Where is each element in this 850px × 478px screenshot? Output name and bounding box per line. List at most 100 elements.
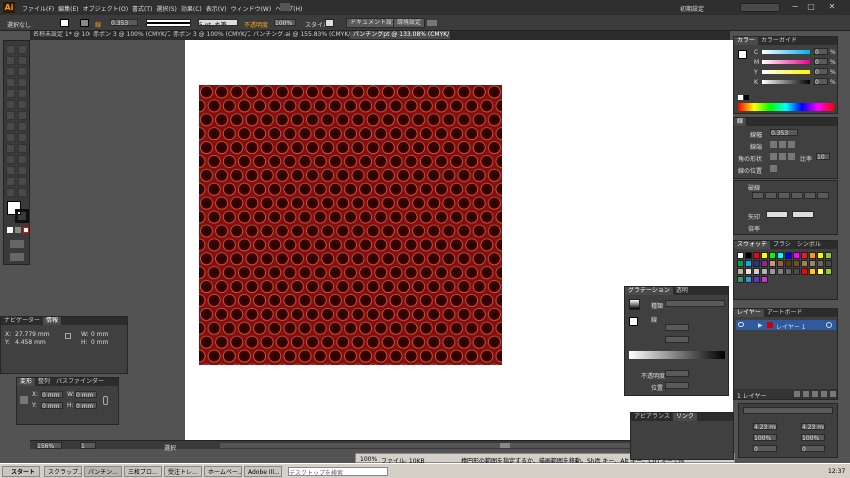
dash-field[interactable] [752, 192, 764, 199]
rectangle-tool-icon[interactable] [18, 78, 27, 87]
direct-selection-tool-icon[interactable] [18, 45, 27, 54]
channel-value-field[interactable]: 0 [814, 58, 828, 66]
channel-value-field[interactable]: 0 [814, 78, 828, 86]
swatch[interactable] [761, 268, 768, 275]
constrain-link-icon[interactable] [103, 396, 108, 405]
stroke-swatch[interactable] [80, 19, 89, 27]
type-tool-icon[interactable] [18, 67, 27, 76]
butt-cap-icon[interactable] [770, 141, 777, 148]
tab-artboards[interactable]: アートボード [764, 309, 806, 317]
menu-item-edit[interactable]: 編集(E) [58, 4, 78, 13]
locate-object-icon[interactable] [794, 391, 800, 397]
desktop-search-input[interactable]: デスクトップを検索 [288, 467, 388, 476]
tab-stroke[interactable]: 線 [734, 118, 747, 126]
vertical-scale-field[interactable]: 100% [753, 434, 777, 441]
free-transform-tool-icon[interactable] [18, 122, 27, 131]
channel-value-field[interactable]: 0 [814, 68, 828, 76]
gradient-fill-swatch[interactable] [629, 317, 638, 326]
gap-field[interactable] [765, 192, 777, 199]
swatch[interactable] [737, 268, 744, 275]
document-tab[interactable]: 赤ポン 3 @ 100% (CMYK/プレビュー) [90, 31, 170, 39]
menu-item-file[interactable]: ファイル(F) [22, 4, 54, 13]
tab-align[interactable]: 整列 [35, 378, 53, 386]
projecting-cap-icon[interactable] [788, 141, 795, 148]
tracking-field[interactable]: 0 [801, 445, 825, 452]
black-swatch[interactable] [744, 95, 749, 100]
brush-definition[interactable]: 5 pt. 丸筆 [198, 19, 238, 26]
gradient-preview[interactable] [629, 299, 640, 310]
color-spectrum[interactable] [738, 103, 834, 111]
eyedropper-tool-icon[interactable] [6, 155, 15, 164]
taskbar-item[interactable]: スクラップ... [44, 466, 82, 477]
mesh-tool-icon[interactable] [6, 144, 15, 153]
variable-width-profile[interactable] [146, 19, 191, 27]
swatch[interactable] [801, 260, 808, 267]
tab-pathfinder[interactable]: パスファインダー [53, 378, 107, 386]
kerning-field[interactable]: 0 [753, 445, 777, 452]
channel-slider[interactable] [762, 80, 810, 84]
graph-tool-icon[interactable] [18, 166, 27, 175]
punching-metal-artwork[interactable] [199, 85, 502, 365]
workspace-switcher[interactable]: 初期設定 [680, 4, 704, 13]
swatch[interactable] [737, 252, 744, 259]
none-mode-icon[interactable] [23, 227, 29, 233]
swatch[interactable] [825, 268, 832, 275]
paintbrush-tool-icon[interactable] [6, 89, 15, 98]
menu-item-type[interactable]: 書式(T) [132, 4, 152, 13]
swatch[interactable] [825, 260, 832, 267]
opacity-label[interactable]: 不透明度 [244, 20, 268, 29]
swatch[interactable] [745, 260, 752, 267]
page-field[interactable]: 1 [80, 442, 96, 449]
gradient-location-field[interactable] [665, 382, 689, 389]
gradient-type-select[interactable] [665, 300, 725, 307]
color-fill-swatch[interactable] [738, 50, 747, 59]
bridge-icon[interactable] [280, 3, 290, 11]
blob-brush-tool-icon[interactable] [6, 100, 15, 109]
swatch[interactable] [761, 276, 768, 283]
tab-layers[interactable]: レイヤー [734, 309, 764, 317]
gradient-slider[interactable] [629, 351, 725, 359]
tab-swatches[interactable]: スウォッチ [734, 241, 771, 249]
artboard-tool-icon[interactable] [6, 177, 15, 186]
close-icon[interactable]: ✕ [826, 2, 838, 12]
swatch[interactable] [793, 260, 800, 267]
swatch[interactable] [817, 268, 824, 275]
swatch[interactable] [753, 260, 760, 267]
swatch[interactable] [809, 260, 816, 267]
round-cap-icon[interactable] [779, 141, 786, 148]
swatch[interactable] [785, 260, 792, 267]
dash-field[interactable] [778, 192, 790, 199]
channel-slider[interactable] [762, 70, 810, 74]
swatch[interactable] [777, 252, 784, 259]
line-tool-icon[interactable] [6, 78, 15, 87]
swatch[interactable] [801, 252, 808, 259]
tab-brushes[interactable]: ブラシ [770, 241, 794, 249]
swatch[interactable] [809, 268, 816, 275]
swatch[interactable] [769, 268, 776, 275]
swatch[interactable] [753, 268, 760, 275]
transform-h-field[interactable]: 0 mm [75, 402, 97, 409]
channel-slider[interactable] [762, 60, 810, 64]
zoom-tool-icon[interactable] [18, 188, 27, 197]
stroke-limit-input[interactable]: 10 [816, 153, 830, 160]
scroll-thumb[interactable] [500, 443, 510, 448]
tab-appearance[interactable]: アピアランス [631, 413, 673, 421]
miter-join-icon[interactable] [770, 153, 777, 160]
round-join-icon[interactable] [779, 153, 786, 160]
clipping-mask-icon[interactable] [803, 391, 809, 397]
stroke-label[interactable]: 線 [95, 20, 101, 29]
transform-y-field[interactable]: 0 mm [41, 402, 63, 409]
reference-point-icon[interactable] [20, 396, 28, 404]
taskbar-item[interactable]: パンチン... [84, 466, 122, 477]
hand-tool-icon[interactable] [6, 188, 15, 197]
trash-icon[interactable] [830, 391, 836, 397]
magic-wand-tool-icon[interactable] [6, 56, 15, 65]
white-swatch[interactable] [738, 95, 743, 100]
swatch[interactable] [761, 260, 768, 267]
perspective-grid-tool-icon[interactable] [18, 133, 27, 142]
stroke-weight-field[interactable]: 0.353 [110, 19, 138, 26]
document-tab[interactable]: 名称未設定 1* @ 100% (CMYK/プレビュー) [30, 31, 90, 39]
minimize-icon[interactable]: − [790, 2, 800, 12]
swatch[interactable] [753, 276, 760, 283]
menu-item-select[interactable]: 選択(S) [156, 4, 177, 13]
